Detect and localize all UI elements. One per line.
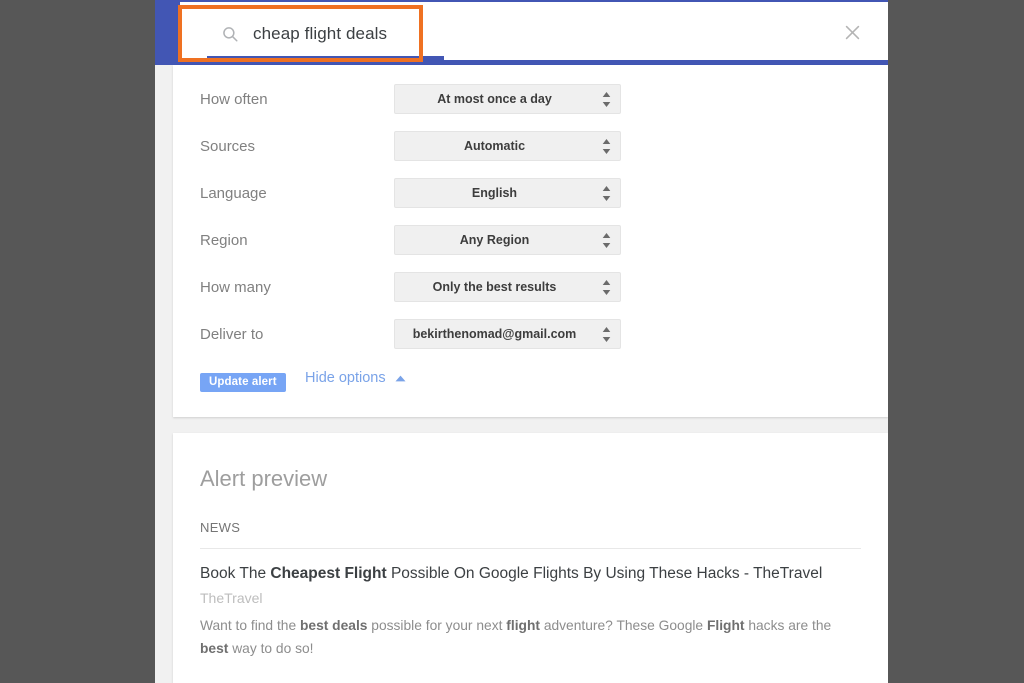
option-row-how-many: How many Only the best results: [173, 269, 888, 316]
screen: cheap flight deals How often At most onc…: [0, 0, 1024, 683]
news-source: TheTravel: [200, 590, 263, 606]
alert-actions-row: Update alert Hide options: [173, 368, 888, 398]
how-many-select[interactable]: Only the best results: [394, 272, 621, 302]
option-row-sources: Sources Automatic: [173, 128, 888, 175]
alert-preview-card: Alert preview NEWS Book The Cheapest Fli…: [173, 433, 888, 683]
option-label: Language: [200, 185, 267, 202]
news-headline[interactable]: Book The Cheapest Flight Possible On Goo…: [200, 563, 865, 585]
chevron-updown-icon: [602, 279, 611, 296]
search-icon: [221, 25, 239, 43]
update-alert-button[interactable]: Update alert: [200, 373, 286, 392]
how-often-select[interactable]: At most once a day: [394, 84, 621, 114]
hide-options-link[interactable]: Hide options: [305, 370, 406, 386]
option-row-how-often: How often At most once a day: [173, 81, 888, 128]
select-value: Automatic: [463, 139, 526, 153]
close-button[interactable]: [838, 18, 866, 46]
search-input-value: cheap flight deals: [253, 23, 388, 43]
chevron-updown-icon: [602, 138, 611, 155]
select-value: bekirthenomad@gmail.com: [412, 327, 577, 341]
preview-news-item: Book The Cheapest Flight Possible On Goo…: [200, 563, 865, 660]
app-header: cheap flight deals: [155, 0, 888, 65]
chevron-updown-icon: [602, 91, 611, 108]
language-select[interactable]: English: [394, 178, 621, 208]
news-snippet: Want to find the best deals possible for…: [200, 618, 832, 656]
preview-section-label: NEWS: [200, 520, 241, 535]
caret-up-icon: [395, 375, 406, 382]
close-icon: [843, 23, 862, 42]
option-label: Region: [200, 232, 248, 249]
search-input[interactable]: cheap flight deals: [207, 11, 444, 60]
search-bar-strip: cheap flight deals: [180, 2, 888, 60]
option-label: Sources: [200, 138, 256, 155]
option-label: Deliver to: [200, 326, 264, 343]
option-row-language: Language English: [173, 175, 888, 222]
divider: [200, 548, 861, 549]
hide-options-label: Hide options: [305, 370, 386, 386]
chevron-updown-icon: [602, 185, 611, 202]
deliver-to-select[interactable]: bekirthenomad@gmail.com: [394, 319, 621, 349]
option-row-deliver-to: Deliver to bekirthenomad@gmail.com: [173, 316, 888, 363]
sources-select[interactable]: Automatic: [394, 131, 621, 161]
chevron-updown-icon: [602, 326, 611, 343]
select-value: English: [471, 186, 518, 200]
select-value: At most once a day: [437, 92, 552, 106]
option-label: How many: [200, 279, 271, 296]
page-body: How often At most once a day Sources Aut…: [155, 65, 888, 683]
select-value: Only the best results: [432, 280, 557, 294]
region-select[interactable]: Any Region: [394, 225, 621, 255]
preview-title: Alert preview: [200, 466, 328, 491]
alert-options-card: How often At most once a day Sources Aut…: [173, 65, 888, 417]
option-label: How often: [200, 91, 268, 108]
chevron-updown-icon: [602, 232, 611, 249]
select-value: Any Region: [459, 233, 530, 247]
app-viewport: cheap flight deals How often At most onc…: [155, 0, 888, 683]
option-row-region: Region Any Region: [173, 222, 888, 269]
